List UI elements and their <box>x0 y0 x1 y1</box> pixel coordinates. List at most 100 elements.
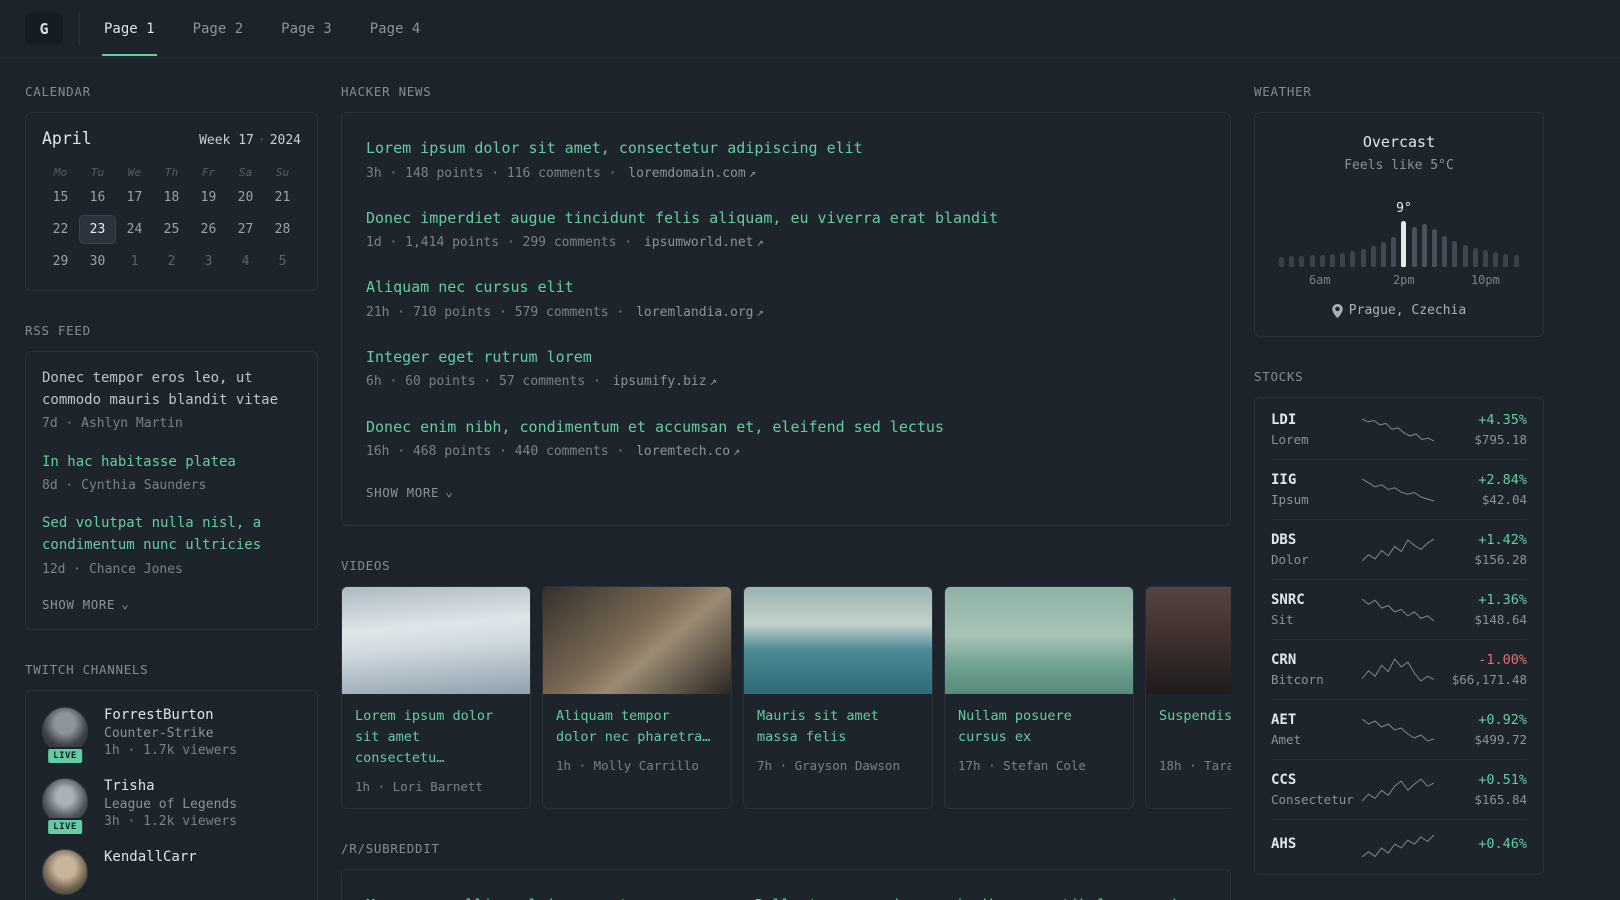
stock-ticker[interactable]: CCS <box>1271 772 1359 788</box>
twitch-channel-name[interactable]: Trisha <box>104 778 237 794</box>
calendar-card: April Week 17 · 2024 Mo Tu We Th Fr Sa Su … <box>25 112 318 291</box>
calendar-day[interactable]: 22 <box>42 215 79 244</box>
video-thumbnail[interactable] <box>744 587 932 695</box>
calendar-day-next-month[interactable]: 4 <box>227 247 264 276</box>
calendar-day[interactable]: 30 <box>79 247 116 276</box>
calendar-day-next-month[interactable]: 3 <box>190 247 227 276</box>
stock-ticker[interactable]: SNRC <box>1271 592 1359 608</box>
hackernews-card: Lorem ipsum dolor sit amet, consectetur … <box>341 112 1231 527</box>
calendar-day[interactable]: 29 <box>42 247 79 276</box>
calendar-day[interactable]: 21 <box>264 183 301 212</box>
rss-show-more-button[interactable]: SHOW MORE ⌄ <box>42 597 130 612</box>
stock-ticker[interactable]: CRN <box>1271 652 1359 668</box>
stock-ticker[interactable]: LDI <box>1271 412 1359 428</box>
stock-ticker[interactable]: IIG <box>1271 472 1359 488</box>
stock-price: $148.64 <box>1474 612 1527 627</box>
video-card-body: Mauris sit amet massa felis 7h · Grayson… <box>744 694 932 787</box>
weather-widget: WEATHER Overcast Feels like 5°C 9° 6am 2… <box>1254 84 1544 337</box>
calendar-day-next-month[interactable]: 5 <box>264 247 301 276</box>
chevron-down-icon: ⌄ <box>121 596 130 612</box>
left-column: CALENDAR April Week 17 · 2024 Mo Tu We Th … <box>25 84 318 900</box>
hn-item-domain-link[interactable]: loremlandia.org <box>636 305 753 320</box>
twitch-channel-info: KendallCarr <box>104 849 197 895</box>
hn-item-domain-link[interactable]: ipsumworld.net <box>644 235 754 250</box>
hn-item-domain-link[interactable]: loremdomain.com <box>628 166 745 181</box>
video-thumbnail[interactable] <box>543 587 731 695</box>
calendar-day-next-month[interactable]: 2 <box>153 247 190 276</box>
calendar-day[interactable]: 16 <box>79 183 116 212</box>
video-thumbnail[interactable] <box>945 587 1133 695</box>
video-thumbnail[interactable] <box>1146 587 1231 695</box>
video-title[interactable]: Nullam posuere cursus ex <box>958 706 1120 748</box>
calendar-day[interactable]: 26 <box>190 215 227 244</box>
tab-page-2[interactable]: Page 2 <box>191 2 246 56</box>
calendar-day[interactable]: 28 <box>264 215 301 244</box>
stock-info: IIG Ipsum <box>1271 472 1359 507</box>
twitch-card: LIVE ForrestBurton Counter-Strike 1h · 1… <box>25 689 318 900</box>
hn-item-title[interactable]: Integer eget rutrum lorem <box>366 346 1206 369</box>
stock-info: AHS <box>1271 836 1359 856</box>
calendar-day[interactable]: 24 <box>116 215 153 244</box>
hn-item-meta: 3h · 148 points · 116 comments · loremdo… <box>366 164 1206 184</box>
hn-item-title[interactable]: Donec imperdiet augue tincidunt felis al… <box>366 207 1206 230</box>
stock-ticker[interactable]: AHS <box>1271 836 1359 852</box>
tab-page-3[interactable]: Page 3 <box>279 2 334 56</box>
weather-peak-temp: 9° <box>1396 201 1412 216</box>
section-title-calendar: CALENDAR <box>25 84 91 99</box>
stock-name: Sit <box>1271 612 1294 627</box>
hn-item-meta: 6h · 60 points · 57 comments · ipsumify.… <box>366 372 1206 392</box>
hn-show-more-button[interactable]: SHOW MORE ⌄ <box>366 485 454 500</box>
stock-change: +0.51% <box>1478 772 1527 788</box>
stock-values: +1.42% $156.28 <box>1437 532 1527 567</box>
stock-name: Consectetur <box>1271 792 1354 807</box>
stock-name: Ipsum <box>1271 492 1309 507</box>
rss-item-title[interactable]: In hac habitasse platea <box>42 452 301 474</box>
video-title[interactable]: Lorem ipsum dolor sit amet consectetu… <box>355 706 517 769</box>
weather-bar <box>1360 249 1366 267</box>
hn-item-title[interactable]: Lorem ipsum dolor sit amet, consectetur … <box>366 137 1206 160</box>
calendar-day[interactable]: 15 <box>42 183 79 212</box>
calendar-day[interactable]: 25 <box>153 215 190 244</box>
subreddit-item-title[interactable]: Maecenas mollis pulvinar erat non posuer… <box>366 894 1206 900</box>
twitch-channel-name[interactable]: KendallCarr <box>104 849 197 865</box>
video-title[interactable]: Aliquam tempor dolor nec pharetra… <box>556 706 718 748</box>
weather-bar <box>1340 253 1346 267</box>
calendar-day[interactable]: 17 <box>116 183 153 212</box>
video-title[interactable]: Suspendisse diam <box>1159 706 1231 748</box>
video-card-body: Aliquam tempor dolor nec pharetra… 1h · … <box>543 694 731 787</box>
dow-sa: Sa <box>238 166 253 179</box>
calendar-day[interactable]: 19 <box>190 183 227 212</box>
calendar-day[interactable]: 20 <box>227 183 264 212</box>
stock-change: +2.84% <box>1478 472 1527 488</box>
section-title-weather: WEATHER <box>1254 84 1312 99</box>
app-logo[interactable]: G <box>25 12 63 45</box>
separator-dot: · <box>257 133 266 148</box>
twitch-channel-name[interactable]: ForrestBurton <box>104 707 237 723</box>
stock-sparkline <box>1362 538 1434 561</box>
weather-bar <box>1503 254 1509 267</box>
video-title[interactable]: Mauris sit amet massa felis <box>757 706 919 748</box>
stock-ticker[interactable]: AET <box>1271 712 1359 728</box>
stock-sparkline <box>1362 418 1434 441</box>
stock-change: -1.00% <box>1478 652 1527 668</box>
hn-item-domain-link[interactable]: loremtech.co <box>636 444 730 459</box>
stock-ticker[interactable]: DBS <box>1271 532 1359 548</box>
tab-page-1[interactable]: Page 1 <box>102 2 157 56</box>
hn-item-title[interactable]: Donec enim nibh, condimentum et accumsan… <box>366 416 1206 439</box>
dow-we: We <box>127 166 142 179</box>
avatar <box>42 848 88 895</box>
calendar-day-selected[interactable]: 23 <box>79 215 116 244</box>
calendar-day[interactable]: 27 <box>227 215 264 244</box>
hn-item-domain-link[interactable]: ipsumify.biz <box>613 374 707 389</box>
stock-sparkline <box>1362 834 1434 858</box>
rss-item-title[interactable]: Sed volutpat nulla nisl, a condimentum n… <box>42 513 301 556</box>
stock-row: IIG Ipsum +2.84% $42.04 <box>1271 460 1527 520</box>
calendar-day-next-month[interactable]: 1 <box>116 247 153 276</box>
rss-item-title[interactable]: Donec tempor eros leo, ut commodo mauris… <box>42 368 301 411</box>
hn-item-stats: 21h · 710 points · 579 comments · <box>366 304 625 320</box>
calendar-day[interactable]: 18 <box>153 183 190 212</box>
tab-page-4[interactable]: Page 4 <box>368 2 423 56</box>
video-thumbnail[interactable] <box>342 587 530 695</box>
hn-item-title[interactable]: Aliquam nec cursus elit <box>366 276 1206 299</box>
calendar-day-headers: Mo Tu We Th Fr Sa Su <box>42 162 301 183</box>
